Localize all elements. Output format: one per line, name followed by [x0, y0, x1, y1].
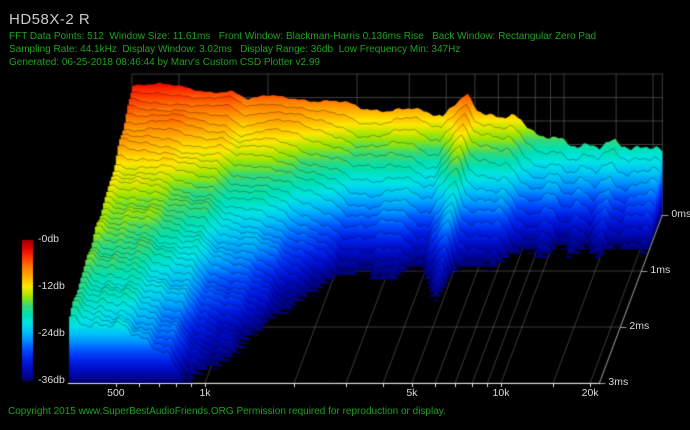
time-tick-label-3ms: 3ms — [608, 376, 629, 388]
db-tick-label--0db: -0db — [38, 233, 60, 245]
x-tick-label-10k: 10k — [492, 387, 510, 399]
time-tick-label-1ms: 1ms — [650, 264, 671, 276]
copyright-notice: Copyright 2015 www.SuperBestAudioFriends… — [8, 406, 446, 417]
x-tick-label-500: 500 — [107, 387, 125, 399]
header-generated-info: Generated: 06-25-2018 08:46:44 by Marv's… — [9, 57, 320, 68]
x-tick-label-5k: 5k — [406, 387, 418, 399]
plot-title: HD58X-2 R — [9, 11, 91, 28]
time-tick-label-0ms: 0ms — [671, 208, 690, 220]
header-fft-settings: FFT Data Points: 512 Window Size: 11.61m… — [9, 31, 597, 42]
db-tick-label--36db: -36db — [38, 374, 65, 386]
csd-plot: HD58X-2 R FFT Data Points: 512 Window Si… — [0, 0, 690, 430]
x-tick-label-20k: 20k — [581, 387, 599, 399]
db-tick-label--12db: -12db — [38, 280, 65, 292]
header-display-settings: Sampling Rate: 44.1kHz Display Window: 3… — [9, 44, 461, 55]
x-tick-label-1k: 1k — [199, 387, 211, 399]
time-tick-label-2ms: 2ms — [629, 320, 650, 332]
db-tick-label--24db: -24db — [38, 327, 65, 339]
